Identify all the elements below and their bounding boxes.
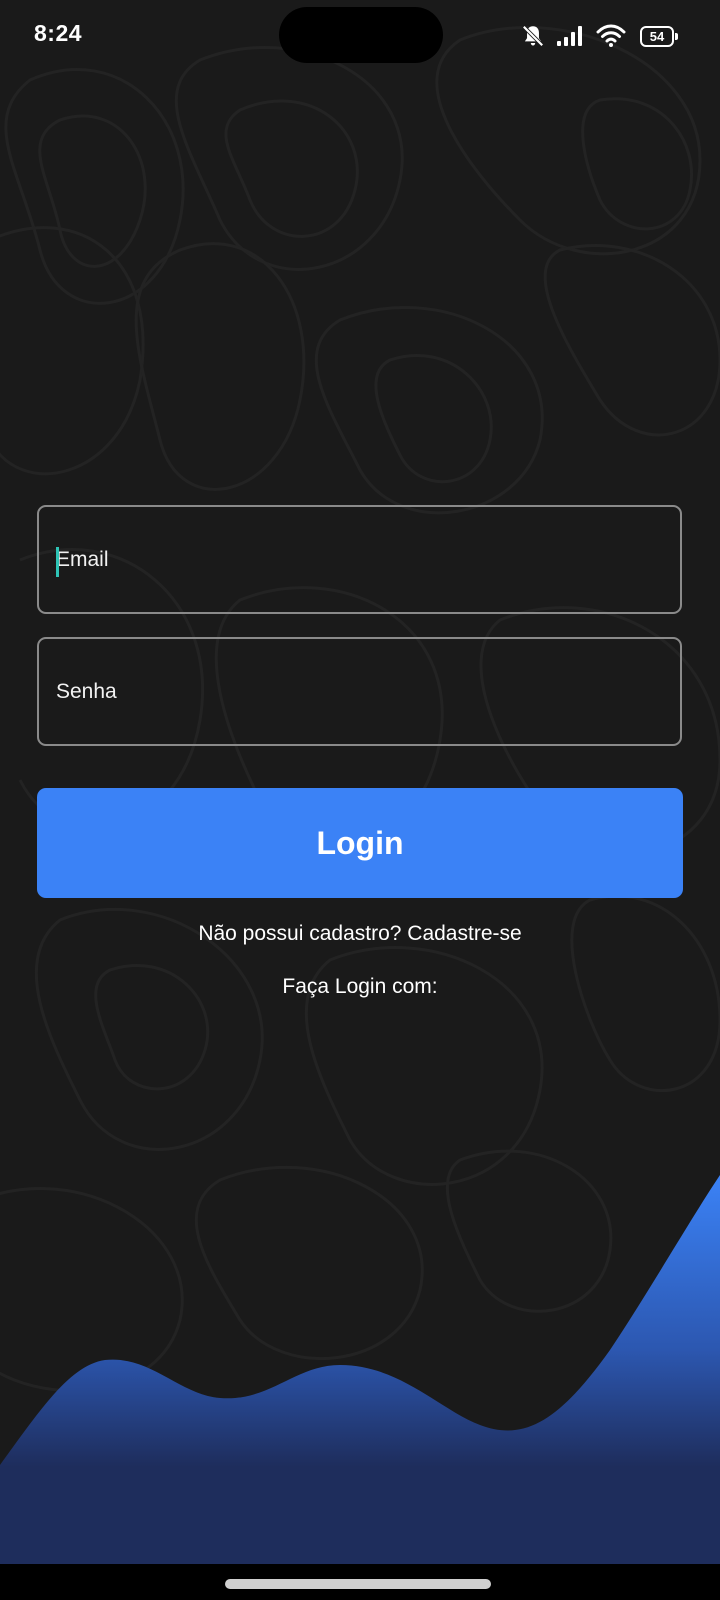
text-cursor xyxy=(56,547,59,577)
decorative-wave xyxy=(0,1175,720,1564)
camera-notch xyxy=(279,7,443,63)
password-input[interactable] xyxy=(56,639,656,744)
password-field[interactable] xyxy=(37,637,682,746)
wifi-icon xyxy=(596,24,626,48)
register-link[interactable]: Não possui cadastro? Cadastre-se xyxy=(198,922,521,945)
email-field[interactable] xyxy=(37,505,682,614)
register-prompt: Não possui cadastro? Cadastre-se xyxy=(0,922,720,946)
login-button[interactable]: Login xyxy=(37,788,683,898)
home-indicator[interactable] xyxy=(225,1579,491,1589)
status-bar: 8:24 54 xyxy=(0,0,720,72)
email-input[interactable] xyxy=(56,507,656,612)
battery-icon: 54 xyxy=(640,25,678,47)
battery-level: 54 xyxy=(649,28,665,44)
status-icons: 54 xyxy=(520,20,678,52)
signal-icon xyxy=(556,25,586,47)
login-screen: 8:24 54 Email Login Não possui cadastro?… xyxy=(0,0,720,1600)
bell-muted-icon xyxy=(520,23,546,49)
status-time: 8:24 xyxy=(34,20,83,46)
social-login-label: Faça Login com: xyxy=(282,975,438,998)
